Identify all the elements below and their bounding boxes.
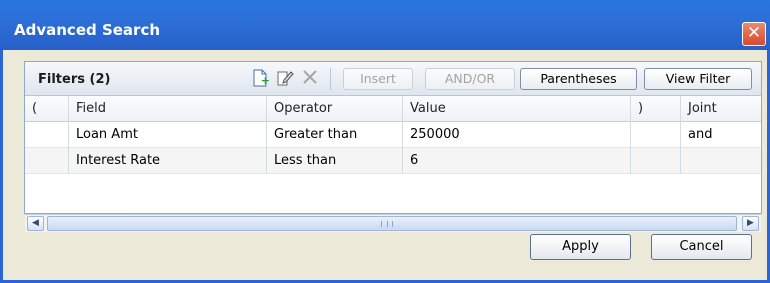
- grid-header-row: ( Field Operator Value ) Joint: [25, 96, 761, 122]
- pencil-page-icon: [277, 71, 294, 86]
- cell-operator[interactable]: Less than: [267, 148, 403, 174]
- filters-panel-header: Filters (2) + Insert AND/OR Parentheses …: [25, 62, 761, 96]
- cancel-button[interactable]: Cancel: [651, 234, 752, 260]
- cell-joint[interactable]: [681, 148, 761, 174]
- cell-close-paren[interactable]: [631, 148, 681, 174]
- table-row[interactable]: Interest Rate Less than 6: [25, 148, 761, 174]
- and-or-button[interactable]: AND/OR: [425, 68, 515, 90]
- cell-open-paren[interactable]: [25, 122, 69, 148]
- filters-panel: Filters (2) + Insert AND/OR Parentheses …: [24, 61, 762, 232]
- filters-panel-title: Filters (2): [38, 72, 111, 87]
- column-header-close-paren[interactable]: ): [631, 96, 681, 122]
- title-bar: Advanced Search ✕: [0, 0, 770, 50]
- column-header-operator[interactable]: Operator: [267, 96, 403, 122]
- parentheses-button[interactable]: Parentheses: [520, 68, 637, 90]
- window-border-left: [0, 50, 3, 283]
- edit-filter-icon[interactable]: [275, 69, 295, 89]
- cell-operator[interactable]: Greater than: [267, 122, 403, 148]
- scroll-left-button[interactable]: ◀: [27, 216, 44, 231]
- scrollbar-thumb[interactable]: [47, 216, 737, 231]
- plus-icon: +: [260, 74, 270, 87]
- grip-icon: [381, 221, 393, 227]
- cell-close-paren[interactable]: [631, 122, 681, 148]
- apply-button[interactable]: Apply: [530, 234, 631, 260]
- insert-button[interactable]: Insert: [343, 68, 413, 90]
- window-title: Advanced Search: [14, 21, 161, 39]
- cell-field[interactable]: Loan Amt: [69, 122, 267, 148]
- cell-value[interactable]: 250000: [403, 122, 631, 148]
- view-filter-button[interactable]: View Filter: [644, 68, 752, 90]
- close-icon: ✕: [746, 23, 762, 43]
- close-button[interactable]: ✕: [742, 22, 766, 46]
- scroll-right-button[interactable]: ▶: [742, 216, 759, 231]
- horizontal-scrollbar[interactable]: ◀ ▶: [25, 214, 761, 232]
- toolbar-separator: [330, 68, 331, 90]
- x-icon: [303, 70, 317, 84]
- table-row[interactable]: Loan Amt Greater than 250000 and: [25, 122, 761, 148]
- add-filter-icon[interactable]: +: [250, 69, 270, 89]
- column-header-open-paren[interactable]: (: [25, 96, 69, 122]
- delete-filter-icon[interactable]: [300, 69, 320, 89]
- column-header-joint[interactable]: Joint: [681, 96, 761, 122]
- arrow-left-icon: ◀: [32, 218, 39, 228]
- column-header-field[interactable]: Field: [69, 96, 267, 122]
- cell-joint[interactable]: and: [681, 122, 761, 148]
- dialog-body: Filters (2) + Insert AND/OR Parentheses …: [0, 50, 770, 283]
- cell-field[interactable]: Interest Rate: [69, 148, 267, 174]
- cell-open-paren[interactable]: [25, 148, 69, 174]
- cell-value[interactable]: 6: [403, 148, 631, 174]
- arrow-right-icon: ▶: [747, 218, 754, 228]
- column-header-value[interactable]: Value: [403, 96, 631, 122]
